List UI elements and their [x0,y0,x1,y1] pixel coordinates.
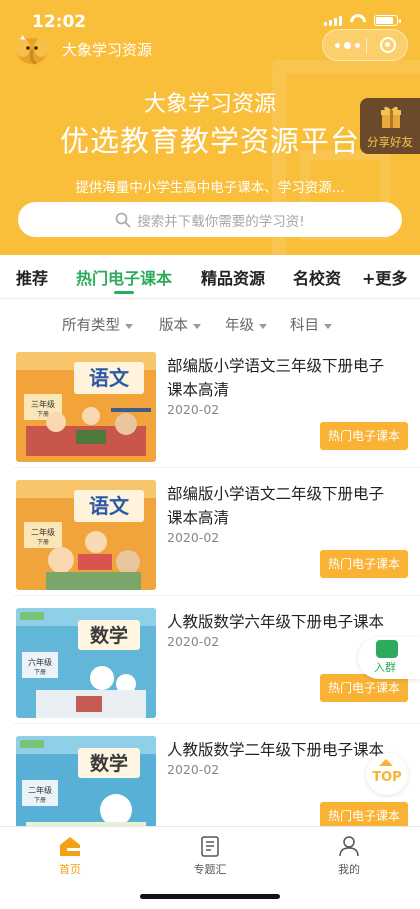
join-group-label: 入群 [374,661,396,674]
share-friends-button[interactable]: 分享好友 [360,98,420,154]
gift-icon [381,106,401,128]
item-title[interactable]: 部编版小学语文三年级下册电子课本高清 [167,354,399,402]
item-date: 2020-02 [167,530,220,545]
item-title[interactable]: 人教版数学六年级下册电子课本 [167,610,399,634]
tab-famous-schools[interactable]: 名校资 [293,265,341,289]
active-tab-indicator [114,291,134,294]
caret-down-icon [193,323,201,329]
filter-bar: 所有类型 版本 年级 科目 [0,306,420,340]
item-date: 2020-02 [167,402,220,417]
bottom-tab-label: 首页 [59,863,81,876]
more-icon[interactable] [335,42,360,49]
filter-subject[interactable]: 科目 [290,314,332,335]
svg-text:下册: 下册 [34,797,46,804]
item-title[interactable]: 人教版数学二年级下册电子课本 [167,738,399,762]
svg-text:下册: 下册 [37,539,49,546]
close-icon[interactable] [380,37,396,53]
bottom-tab-topics[interactable]: 专题汇 [160,835,260,877]
filter-grade[interactable]: 年级 [225,314,267,335]
bottom-tab-mine[interactable]: 我的 [299,835,399,877]
list-item[interactable]: 数学 六年级 下册 人教版数学六年级下册电子课本 2020-02 热门电子课本 [0,596,420,724]
svg-text:数学: 数学 [90,624,128,647]
home-indicator [140,894,280,899]
document-icon [201,836,219,857]
book-cover-image: 语文 三年级 下册 [16,352,156,462]
book-cover-image: 数学 二年级 下册 [16,736,156,826]
header-banner: 12:02 大象学习资源 大象学习资源 优选教育教学资源平台 提供海量中小学生高… [0,0,420,255]
hero-description: 提供海量中小学生高中电子课本、学习资源... [75,180,345,196]
list-item[interactable]: 语文 二年级 下册 部编版小学语文二年级下册电子课本高清 2020-02 热门电… [0,468,420,596]
item-tag-badge[interactable]: 热门电子课本 [320,802,408,826]
book-cover-image: 数学 六年级 下册 [16,608,156,718]
hero-subtitle: 优选教育教学资源平台 [59,124,360,158]
item-tag-badge[interactable]: 热门电子课本 [320,550,408,578]
bottom-tab-label: 我的 [338,863,360,876]
filter-type[interactable]: 所有类型 [62,314,133,335]
mini-program-nav: 大象学习资源 [0,29,420,65]
book-cover-image: 语文 二年级 下册 [16,480,156,590]
tab-more[interactable]: +更多 [362,265,407,289]
elephant-logo-icon [16,35,48,65]
wechat-icon [376,640,398,658]
status-time: 12:02 [32,12,87,32]
svg-text:语文: 语文 [89,494,130,518]
svg-text:下册: 下册 [34,669,46,676]
svg-text:下册: 下册 [37,411,49,418]
item-date: 2020-02 [167,762,220,777]
list-item[interactable]: 数学 二年级 下册 人教版数学二年级下册电子课本 2020-02 热门电子课本 [0,724,420,826]
caret-down-icon [324,323,332,329]
tab-recommend[interactable]: 推荐 [16,265,48,289]
caret-down-icon [259,323,267,329]
caret-down-icon [125,323,133,329]
textbook-list: 语文 三年级 下册 部编版小学语文三年级下册电子课本高清 2020-02 热门电… [0,340,420,826]
svg-text:二年级: 二年级 [31,527,55,537]
item-tag-badge[interactable]: 热门电子课本 [320,422,408,450]
arrow-up-icon [379,759,393,766]
tab-quality-resources[interactable]: 精品资源 [201,265,265,289]
svg-text:二年级: 二年级 [28,785,52,795]
mini-program-capsule[interactable] [322,29,408,61]
bottom-tab-label: 专题汇 [193,863,227,876]
signal-icon [324,16,342,26]
user-icon [339,836,359,857]
list-item[interactable]: 语文 三年级 下册 部编版小学语文三年级下册电子课本高清 2020-02 热门电… [0,340,420,468]
battery-icon [374,15,401,26]
bottom-tab-home[interactable]: 首页 [20,835,120,877]
svg-text:语文: 语文 [89,366,130,390]
join-group-button[interactable]: 入群 [358,637,420,679]
tab-hot-textbooks[interactable]: 热门电子课本 [76,265,172,289]
divider [0,298,420,299]
svg-text:六年级: 六年级 [28,657,52,667]
capsule-divider [366,38,367,54]
status-icons [324,14,401,26]
back-to-top-label: TOP [372,770,402,785]
search-input[interactable]: 搜索并下载你需要的学习资! [18,202,402,237]
app-name: 大象学习资源 [62,41,153,59]
category-tabs: 推荐 热门电子课本 精品资源 名校资 +更多 [0,255,420,299]
svg-text:数学: 数学 [90,752,128,775]
back-to-top-button[interactable]: TOP [366,753,408,795]
home-icon [60,837,80,856]
search-placeholder: 搜索并下载你需要的学习资! [137,213,305,230]
search-icon [115,212,131,227]
wifi-icon [350,14,366,26]
item-date: 2020-02 [167,634,220,649]
share-label: 分享好友 [367,135,413,149]
item-title[interactable]: 部编版小学语文二年级下册电子课本高清 [167,482,399,530]
svg-text:三年级: 三年级 [31,399,55,409]
hero-title: 大象学习资源 [143,92,276,117]
filter-edition[interactable]: 版本 [159,314,201,335]
